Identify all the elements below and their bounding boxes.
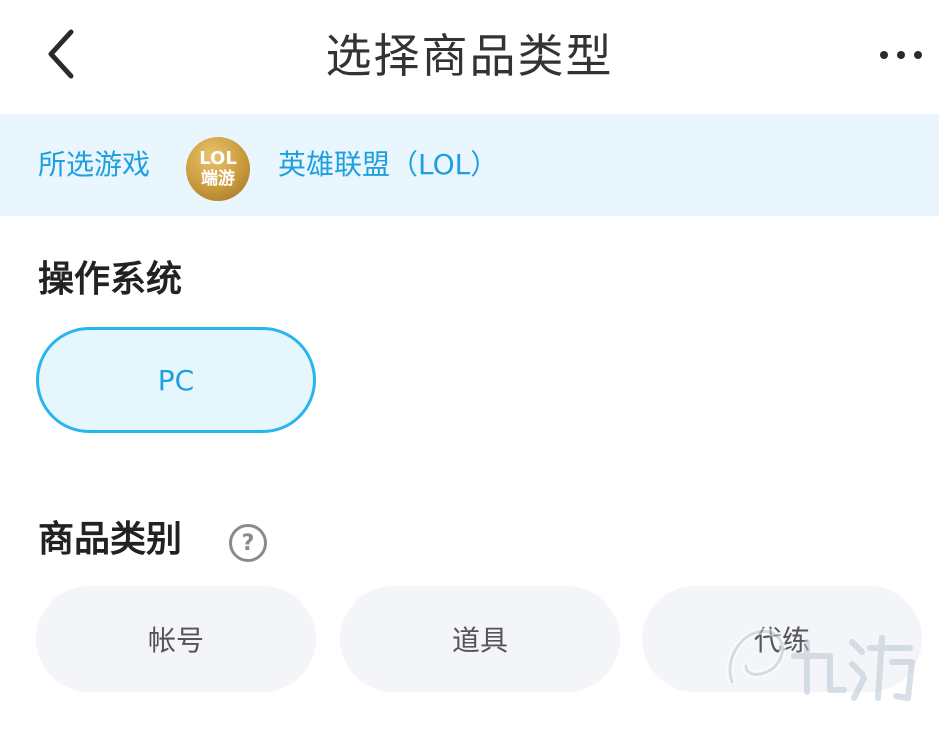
selected-game-label: 所选游戏 bbox=[38, 148, 151, 181]
more-horizontal-icon bbox=[880, 51, 922, 59]
game-logo: LOL 端游 bbox=[186, 137, 250, 201]
os-section-title: 操作系统 bbox=[38, 259, 183, 300]
game-name: 英雄联盟（LOL） bbox=[278, 148, 499, 181]
game-logo-text-top: LOL bbox=[199, 148, 237, 169]
category-section-title: 商品类别 bbox=[38, 519, 183, 560]
category-option-boosting[interactable]: 代练 bbox=[642, 586, 922, 692]
category-option-items[interactable]: 道具 bbox=[340, 586, 620, 692]
page-title: 选择商品类型 bbox=[325, 29, 614, 83]
more-button[interactable] bbox=[870, 30, 932, 80]
help-icon[interactable]: ? bbox=[229, 524, 267, 562]
selected-game-bar: 所选游戏 英雄联盟（LOL） bbox=[0, 114, 939, 216]
os-option-pc[interactable]: PC bbox=[36, 327, 316, 433]
category-option-account[interactable]: 帐号 bbox=[36, 586, 316, 692]
game-logo-text-bottom: 端游 bbox=[201, 169, 235, 189]
top-nav-bar: 选择商品类型 bbox=[0, 0, 939, 114]
